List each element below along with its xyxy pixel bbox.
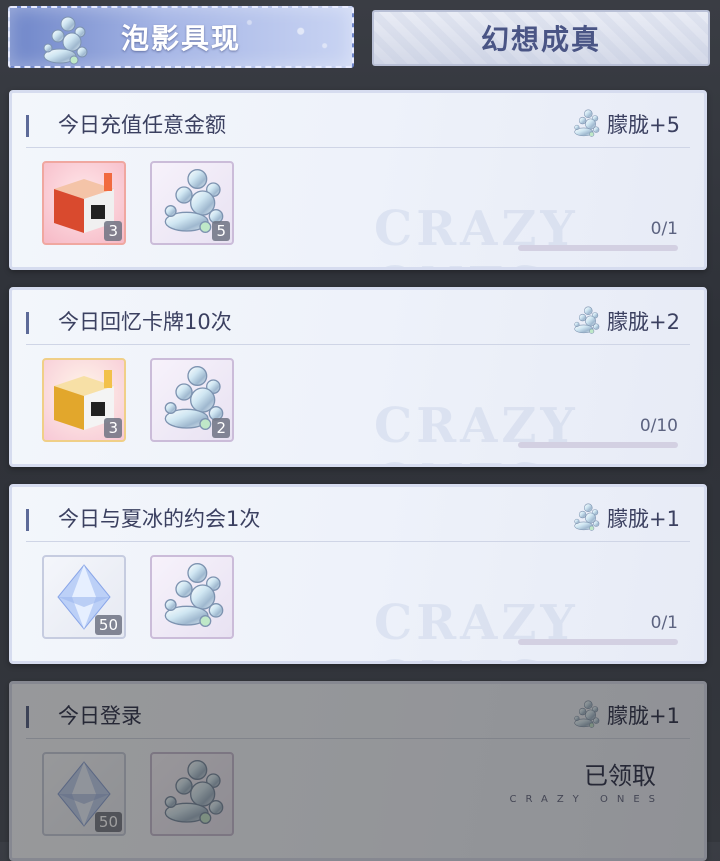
progress-text: 0/1 bbox=[650, 613, 678, 633]
reward-item[interactable]: 3 bbox=[42, 358, 126, 442]
reward-label: 朦胧+1 bbox=[607, 704, 680, 728]
task-title: 今日与夏冰的约会1次 bbox=[58, 507, 261, 531]
divider bbox=[26, 541, 690, 542]
reward-label: 朦胧+2 bbox=[607, 310, 680, 334]
reward-label: 朦胧+1 bbox=[607, 507, 680, 531]
bubble-cluster-icon bbox=[569, 698, 603, 732]
claimed-status: 已领取 bbox=[584, 762, 656, 790]
progress-text: 0/1 bbox=[650, 219, 678, 239]
bubble-cluster-icon bbox=[152, 557, 232, 637]
tab-bubble-manifest[interactable]: 泡影具现 bbox=[8, 6, 354, 68]
reward-item bbox=[150, 752, 234, 836]
divider bbox=[26, 344, 690, 345]
item-count: 3 bbox=[104, 221, 122, 241]
title-marker bbox=[26, 115, 29, 137]
task-reward: 朦胧+1 bbox=[569, 698, 680, 732]
task-card: 今日登录 朦胧+1 50 已领取 CRAZY ONES bbox=[9, 681, 707, 861]
tab-fantasy-come-true[interactable]: 幻想成真 bbox=[372, 10, 710, 66]
bubble-cluster-icon bbox=[569, 107, 603, 141]
task-title: 今日充值任意金额 bbox=[58, 113, 226, 137]
item-count: 5 bbox=[212, 221, 230, 241]
claimed-status-sub: CRAZY ONES bbox=[509, 794, 664, 805]
reward-item[interactable]: 5 bbox=[150, 161, 234, 245]
title-marker bbox=[26, 509, 29, 531]
reward-label: 朦胧+5 bbox=[607, 113, 680, 137]
progress-bar bbox=[518, 442, 678, 448]
progress-bar bbox=[518, 245, 678, 251]
bubble-cluster-icon bbox=[28, 12, 100, 72]
title-marker bbox=[26, 312, 29, 334]
title-marker bbox=[26, 706, 29, 728]
task-reward: 朦胧+2 bbox=[569, 304, 680, 338]
bubble-cluster-icon bbox=[569, 304, 603, 338]
item-count: 50 bbox=[94, 812, 122, 832]
task-card: 今日充值任意金额 朦胧+5 CRAZY ONES 3 5 0/1 bbox=[9, 90, 707, 270]
divider bbox=[26, 147, 690, 148]
progress-bar bbox=[518, 639, 678, 645]
bubble-cluster-icon bbox=[569, 501, 603, 535]
reward-item[interactable]: 3 bbox=[42, 161, 126, 245]
item-count: 3 bbox=[104, 418, 122, 438]
task-title: 今日回忆卡牌10次 bbox=[58, 310, 232, 334]
task-reward: 朦胧+1 bbox=[569, 501, 680, 535]
reward-item: 50 bbox=[42, 752, 126, 836]
tab-label: 泡影具现 bbox=[120, 22, 241, 55]
reward-item[interactable]: 2 bbox=[150, 358, 234, 442]
task-card: 今日回忆卡牌10次 朦胧+2 CRAZY ONES 3 2 0/10 bbox=[9, 287, 707, 467]
item-count: 2 bbox=[212, 418, 230, 438]
bubble-cluster-icon bbox=[152, 754, 232, 834]
task-card: 今日与夏冰的约会1次 朦胧+1 CRAZY ONES 50 0/1 bbox=[9, 484, 707, 664]
task-reward: 朦胧+5 bbox=[569, 107, 680, 141]
item-count: 50 bbox=[94, 615, 122, 635]
progress-text: 0/10 bbox=[639, 416, 678, 436]
divider bbox=[26, 738, 690, 739]
tab-label: 幻想成真 bbox=[480, 23, 601, 56]
reward-item[interactable] bbox=[150, 555, 234, 639]
task-title: 今日登录 bbox=[58, 704, 142, 728]
reward-item[interactable]: 50 bbox=[42, 555, 126, 639]
